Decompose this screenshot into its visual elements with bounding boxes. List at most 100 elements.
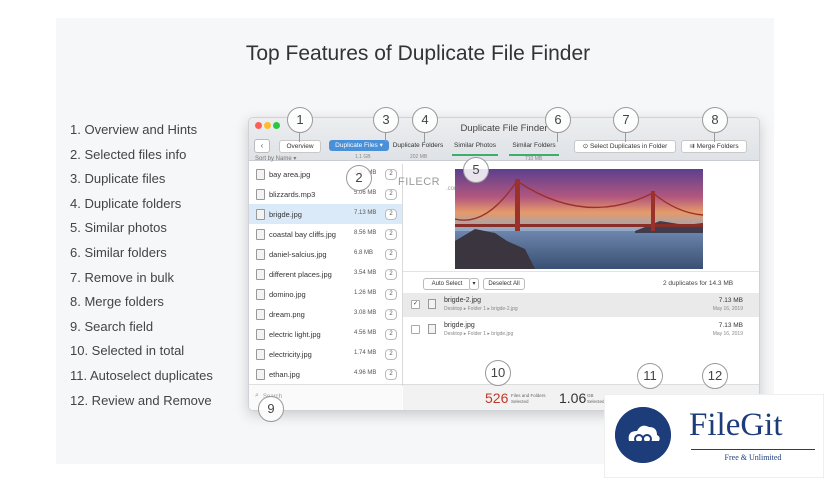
brand-tagline: Free & Unlimited <box>724 453 782 462</box>
preview-image <box>455 169 703 269</box>
file-name: daniel-salcius.jpg <box>269 250 327 259</box>
duplicate-count-badge: 2 <box>385 349 397 360</box>
feature-item: 4. Duplicate folders <box>70 195 182 211</box>
duplicate-row[interactable]: ✓ brigde-2.jpg Desktop ▸ Folder 1 ▸ brig… <box>403 293 759 317</box>
file-list-item-selected[interactable]: brigde.jpg 7.13 MB 2 <box>249 204 402 224</box>
file-icon <box>256 369 265 380</box>
tab-overview[interactable]: Overview <box>279 140 321 153</box>
divider <box>403 271 759 272</box>
auto-select-dropdown[interactable]: ▾ <box>469 278 479 290</box>
file-list-item[interactable]: daniel-salcius.jpg 6.8 MB 2 <box>249 244 402 264</box>
file-list-item[interactable]: ethan.jpg 4.96 MB 2 <box>249 364 402 384</box>
file-size: 1.74 MB <box>354 350 377 356</box>
brand-divider <box>691 449 815 450</box>
duplicate-folders-size: 202 MB <box>410 154 428 160</box>
selected-size-label: Selected <box>587 399 605 404</box>
feature-item: 9. Search field <box>70 318 154 334</box>
file-name: different places.jpg <box>269 270 332 279</box>
callout-marker-8: 8 <box>702 107 728 133</box>
file-name: coastal bay cliffs.jpg <box>269 230 336 239</box>
file-name: domino.jpg <box>269 290 306 299</box>
file-icon <box>256 289 265 300</box>
file-icon <box>256 229 265 240</box>
duplicate-count-badge: 2 <box>385 249 397 260</box>
file-list-item[interactable]: dream.png 3.08 MB 2 <box>249 304 402 324</box>
file-icon <box>256 349 265 360</box>
back-button[interactable]: ‹ <box>254 139 270 153</box>
duplicate-name: brigde-2.jpg <box>444 297 481 304</box>
tab-similar-folders[interactable]: Similar Folders <box>507 140 561 151</box>
file-name: dream.png <box>269 310 305 319</box>
feature-item: 5. Similar photos <box>70 220 167 236</box>
duplicate-count-badge: 2 <box>385 229 397 240</box>
file-size: 3.08 MB <box>354 310 377 316</box>
callout-marker-7: 7 <box>613 107 639 133</box>
callout-stem <box>424 132 425 142</box>
file-name: electric light.jpg <box>269 330 321 339</box>
file-size: 3.54 MB <box>354 270 377 276</box>
file-name: blizzards.mp3 <box>269 190 316 199</box>
page-title: Top Features of Duplicate File Finder <box>245 42 591 65</box>
watermark-text: FILECR <box>398 176 441 188</box>
feature-item: 10. Selected in total <box>70 343 185 359</box>
callout-stem <box>625 132 626 142</box>
duplicate-row[interactable]: brigde.jpg Desktop ▸ Folder 1 ▸ brigde.j… <box>403 318 759 342</box>
cloud-link-icon <box>615 407 671 463</box>
file-list-item[interactable]: bay area.jpg 2.47 MB 2 <box>249 164 402 184</box>
file-size: 1.26 MB <box>354 290 377 296</box>
title-bar: Duplicate File Finder ‹ Overview Duplica… <box>249 118 759 162</box>
feature-item: 3. Duplicate files <box>70 171 166 187</box>
duplicate-path: Desktop ▸ Folder 1 ▸ brigde-2.jpg <box>444 306 518 312</box>
file-list-item[interactable]: electric light.jpg 4.56 MB 2 <box>249 324 402 344</box>
file-icon <box>256 189 265 200</box>
duplicates-summary: 2 duplicates for 14.3 MB <box>663 280 734 287</box>
duplicate-path: Desktop ▸ Folder 1 ▸ brigde.jpg <box>444 331 514 337</box>
auto-select-button[interactable]: Auto Select <box>423 278 471 290</box>
duplicate-checkbox[interactable]: ✓ <box>411 300 420 309</box>
file-icon <box>256 209 265 220</box>
callout-marker-10: 10 <box>485 360 511 386</box>
target-icon: ⊙ <box>582 143 589 150</box>
tab-similar-photos[interactable]: Similar Photos <box>450 140 500 151</box>
selected-size-value: 1.06 <box>559 390 587 406</box>
feature-item: 12. Review and Remove <box>70 392 212 408</box>
file-name: electricity.jpg <box>269 350 312 359</box>
tab-duplicate-files[interactable]: Duplicate Files ▾ <box>329 140 389 151</box>
select-duplicates-label: Select Duplicates in Folder <box>589 143 668 150</box>
feature-item: 1. Overview and Hints <box>70 122 198 137</box>
tab-duplicate-folders[interactable]: Duplicate Folders <box>391 140 445 151</box>
deselect-all-button[interactable]: Deselect All <box>483 278 525 290</box>
callout-marker-5: 5 <box>463 157 489 183</box>
callout-marker-1: 1 <box>287 107 313 133</box>
file-size: 6.8 MB <box>354 250 374 256</box>
selected-files-count: 526 <box>485 390 509 406</box>
callout-marker-9: 9 <box>258 396 284 422</box>
file-name: ethan.jpg <box>269 370 300 379</box>
duplicate-count-badge: 2 <box>385 369 397 380</box>
duplicate-date: May 16, 2019 <box>712 306 743 312</box>
file-icon <box>256 329 265 340</box>
sort-by-menu[interactable]: Sort by Name ▾ <box>255 155 296 162</box>
window-title: Duplicate File Finder <box>460 123 548 134</box>
duplicate-count-badge: 2 <box>385 289 397 300</box>
selected-files-label: Files and Folders <box>511 393 546 398</box>
callout-stem <box>557 132 558 142</box>
file-list-item[interactable]: domino.jpg 1.26 MB 2 <box>249 284 402 304</box>
file-icon <box>256 269 265 280</box>
duplicate-count-badge: 2 <box>385 269 397 280</box>
file-list-item[interactable]: different places.jpg 3.54 MB 2 <box>249 264 402 284</box>
duplicate-name: brigde.jpg <box>444 322 475 329</box>
watermark-sub: .com <box>446 186 460 192</box>
file-list-item[interactable]: blizzards.mp3 5.06 MB 2 <box>249 184 402 204</box>
file-list-item[interactable]: electricity.jpg 1.74 MB 2 <box>249 344 402 364</box>
file-icon <box>256 169 265 180</box>
merge-folders-label: Merge Folders <box>696 143 739 150</box>
callout-marker-2: 2 <box>346 165 372 191</box>
file-icon <box>256 249 265 260</box>
duplicate-count-badge: 2 <box>385 329 397 340</box>
duplicate-checkbox[interactable] <box>411 325 420 334</box>
selected-files-label-2: Selected <box>511 399 529 404</box>
file-list-item[interactable]: coastal bay cliffs.jpg 8.56 MB 2 <box>249 224 402 244</box>
duplicate-count-badge: 2 <box>385 209 397 220</box>
image-file-icon <box>428 299 436 309</box>
